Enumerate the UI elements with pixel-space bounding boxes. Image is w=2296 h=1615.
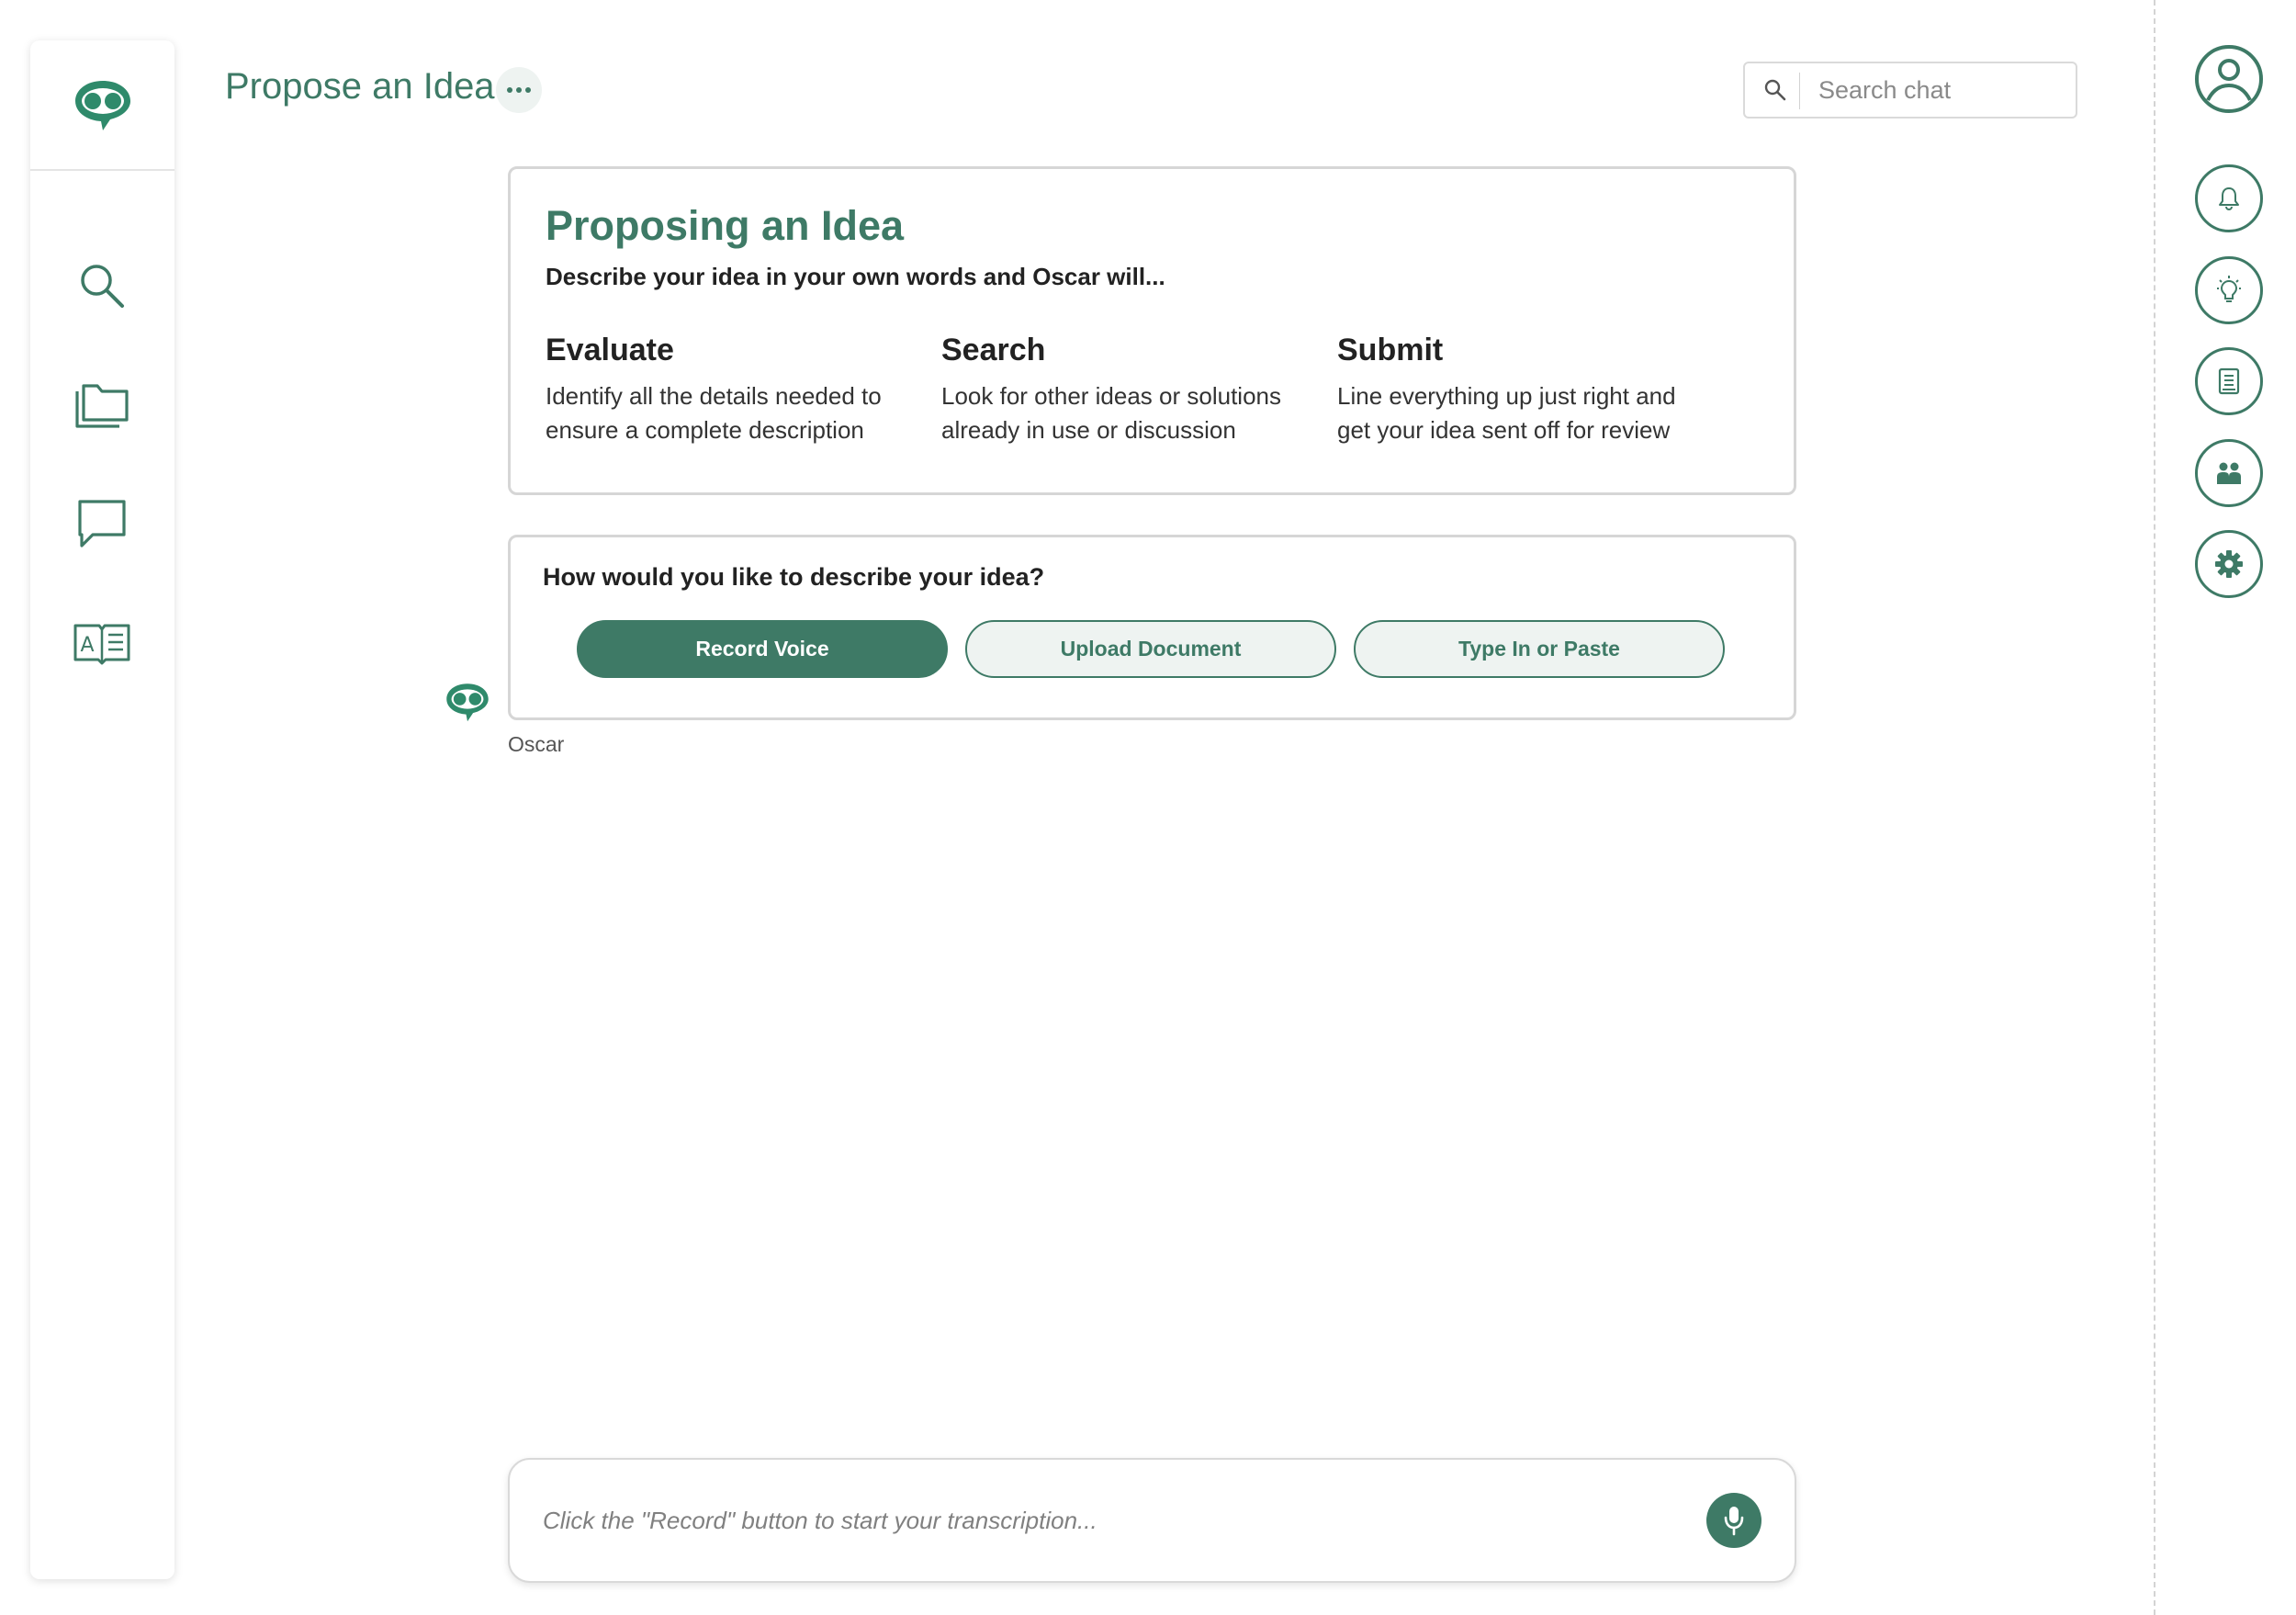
question-text: How would you like to describe your idea… — [543, 563, 1045, 591]
settings-button[interactable] — [2195, 530, 2263, 598]
right-rail-divider — [2154, 0, 2155, 1615]
documents-button[interactable] — [2195, 347, 2263, 415]
step-description-line: Identify all the details needed to — [546, 382, 882, 410]
folders-icon — [75, 384, 129, 428]
document-icon — [2218, 367, 2240, 395]
page-title: Propose an Idea — [225, 66, 495, 107]
sidebar-item-search[interactable] — [65, 249, 139, 322]
message-composer — [508, 1458, 1796, 1583]
step-heading: Submit — [1337, 333, 1444, 367]
record-voice-button[interactable]: Record Voice — [577, 620, 948, 678]
ideas-button[interactable] — [2195, 256, 2263, 324]
info-card: Proposing an Idea Describe your idea in … — [508, 166, 1796, 495]
search-icon — [1764, 79, 1786, 101]
people-icon — [2217, 462, 2241, 484]
user-avatar-icon — [2195, 45, 2263, 113]
step-description-line: ensure a complete description — [546, 416, 864, 444]
search-icon — [81, 265, 124, 308]
gear-icon — [2215, 550, 2243, 578]
card-title: Proposing an Idea — [546, 202, 905, 249]
search-separator — [1799, 73, 1800, 109]
step-description-line: get your idea sent off for review — [1337, 416, 1671, 444]
step-submit: Submit Line everything up just right and… — [1337, 333, 1723, 447]
team-button[interactable] — [2195, 439, 2263, 507]
svg-text:A: A — [80, 634, 94, 657]
more-dots-icon — [507, 87, 512, 93]
more-options-button[interactable] — [496, 67, 542, 113]
search-input[interactable] — [1818, 63, 2066, 117]
step-description-line: Look for other ideas or solutions — [941, 382, 1281, 410]
sidebar-divider — [30, 169, 174, 171]
search-chat-box — [1743, 62, 2077, 119]
type-in-or-paste-button[interactable]: Type In or Paste — [1354, 620, 1725, 678]
step-description-line: Line everything up just right and — [1337, 382, 1676, 410]
upload-document-button[interactable]: Upload Document — [965, 620, 1336, 678]
question-card: How would you like to describe your idea… — [508, 535, 1796, 720]
oscar-avatar-icon — [445, 680, 490, 728]
microphone-button[interactable] — [1706, 1493, 1761, 1548]
lightbulb-icon — [2217, 276, 2241, 302]
book-icon: A — [73, 624, 130, 665]
step-search: Search Look for other ideas or solutions… — [941, 333, 1327, 447]
microphone-icon — [1724, 1507, 1744, 1536]
left-sidebar: A — [30, 40, 174, 1579]
sidebar-item-files[interactable] — [65, 367, 139, 441]
bell-icon — [2219, 187, 2239, 211]
step-heading: Search — [941, 333, 1046, 367]
step-description: Look for other ideas or solutions alread… — [941, 379, 1327, 447]
step-description: Identify all the details needed to ensur… — [546, 379, 931, 447]
step-heading: Evaluate — [546, 333, 674, 367]
profile-button[interactable] — [2193, 43, 2265, 115]
sidebar-item-chat[interactable] — [65, 487, 139, 560]
notifications-button[interactable] — [2195, 164, 2263, 232]
transcription-input[interactable] — [543, 1460, 1626, 1581]
step-description-line: already in use or discussion — [941, 416, 1236, 444]
step-evaluate: Evaluate Identify all the details needed… — [546, 333, 931, 447]
oscar-logo-icon[interactable] — [30, 40, 174, 169]
step-description: Line everything up just right and get yo… — [1337, 379, 1723, 447]
sender-name: Oscar — [508, 732, 565, 756]
card-subtitle: Describe your idea in your own words and… — [546, 263, 1165, 290]
sidebar-item-glossary[interactable]: A — [65, 606, 139, 680]
chat-bubble-icon — [78, 500, 126, 548]
